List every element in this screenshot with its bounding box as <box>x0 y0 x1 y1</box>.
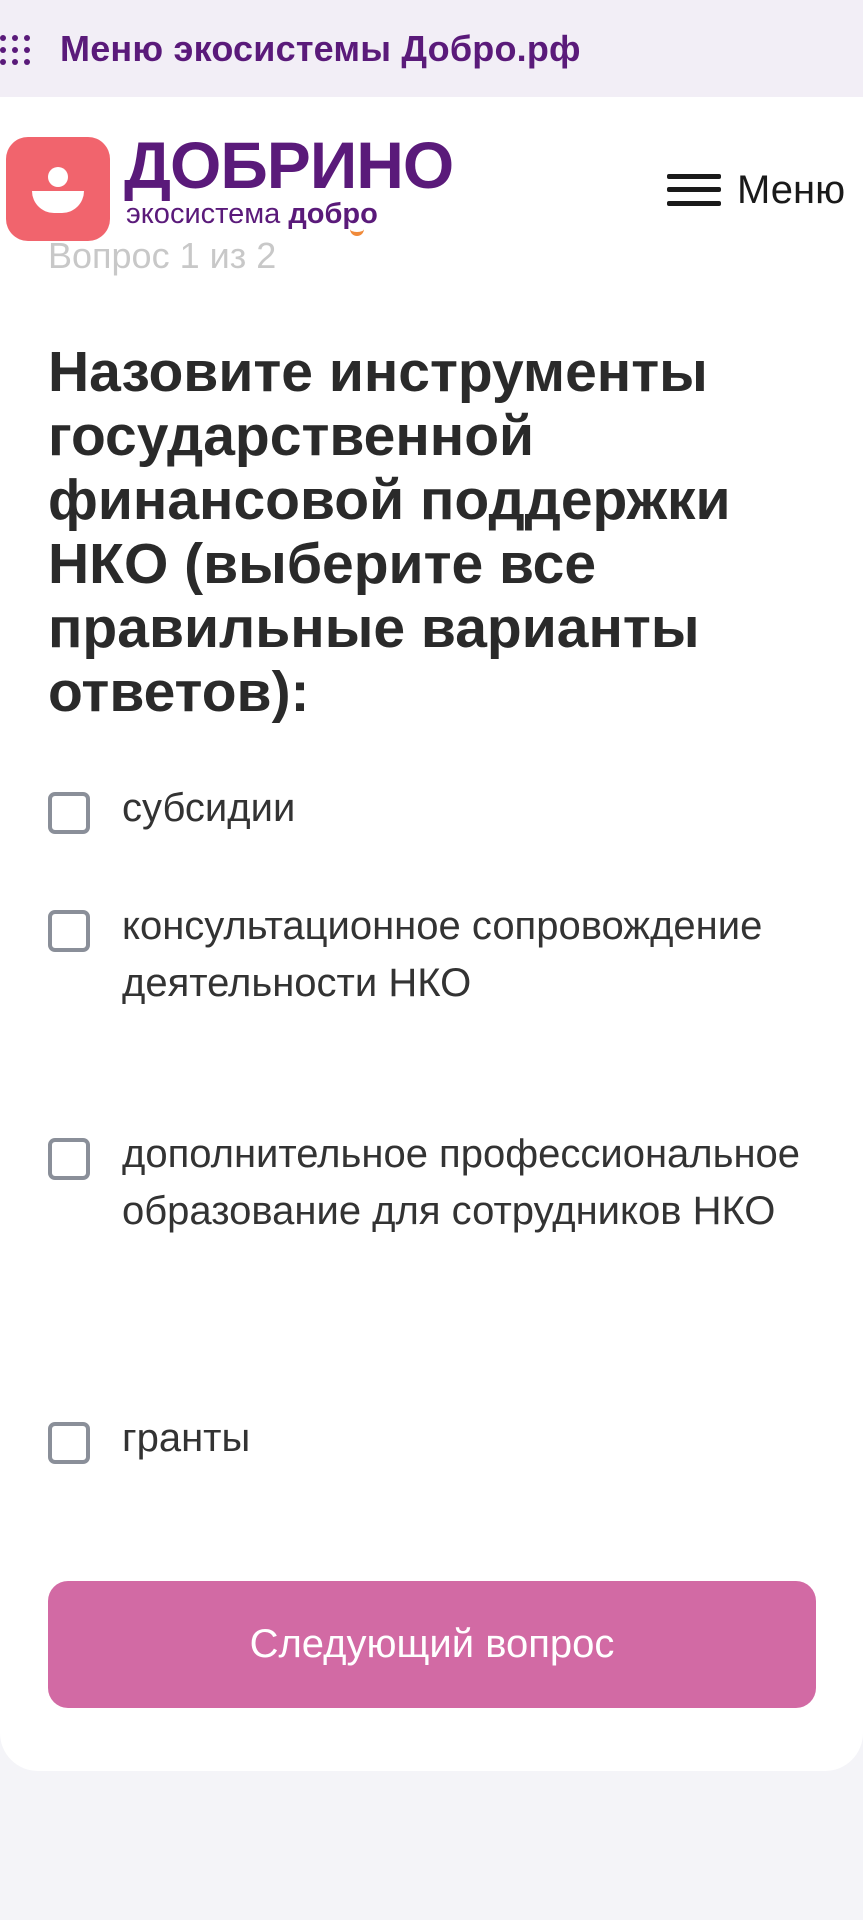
checkbox[interactable] <box>48 792 90 834</box>
logo-subtitle-prefix: экосистема <box>126 198 289 230</box>
ecosystem-menu-label: Меню экосистемы Добро.рф <box>60 27 581 69</box>
question-text: Назовите инструменты государственной фин… <box>48 340 731 724</box>
option-label: консультационное сопровождение деятельно… <box>122 904 763 1005</box>
menu-label: Меню <box>737 167 846 212</box>
option-consulting[interactable]: консультационное сопровождение деятельно… <box>48 898 802 1012</box>
next-question-button[interactable]: Следующий вопрос <box>48 1581 816 1708</box>
option-label: гранты <box>122 1416 251 1460</box>
checkbox[interactable] <box>48 910 90 952</box>
option-grants[interactable]: гранты <box>48 1410 802 1467</box>
logo-subtitle-brand: добро <box>288 198 378 230</box>
ecosystem-menu-bar[interactable]: Меню экосистемы Добро.рф <box>0 0 863 97</box>
logo-subtitle: экосистема добро <box>126 200 378 229</box>
option-education[interactable]: дополнительное профессиональное образова… <box>48 1126 802 1240</box>
logo-title[interactable]: ДОБРИНО <box>124 132 454 198</box>
checkbox[interactable] <box>48 1422 90 1464</box>
option-label: дополнительное профессиональное образова… <box>122 1132 801 1233</box>
grid-dots-icon <box>0 30 38 68</box>
question-progress: Вопрос 1 из 2 <box>48 235 277 276</box>
checkbox[interactable] <box>48 1138 90 1180</box>
hamburger-icon <box>667 172 721 208</box>
person-badge-icon[interactable] <box>6 137 110 241</box>
option-subsidies[interactable]: субсидии <box>48 780 802 837</box>
menu-button[interactable]: Меню <box>667 165 845 215</box>
option-label: субсидии <box>122 786 296 830</box>
page: Меню экосистемы Добро.рф ДОБРИНО экосист… <box>0 0 863 1920</box>
